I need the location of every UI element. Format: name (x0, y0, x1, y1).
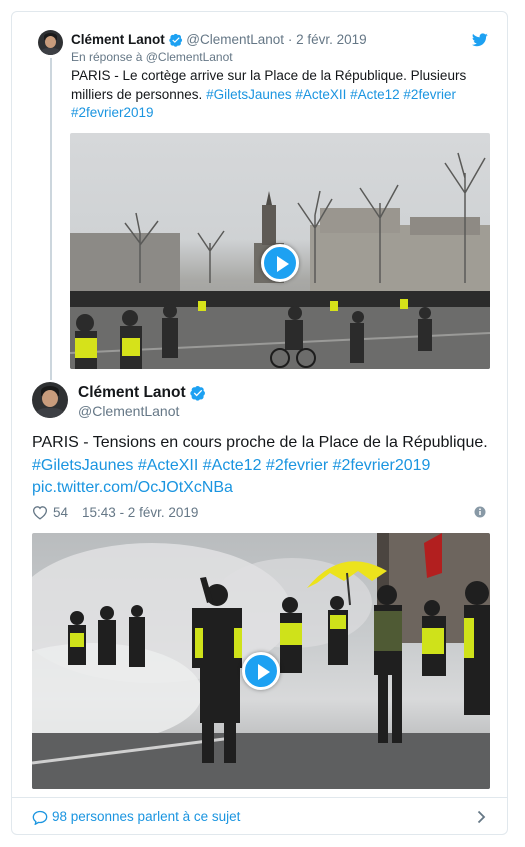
main-text-line1: PARIS - Tensions en cours proche de la P… (32, 434, 488, 451)
reply-author-avatar[interactable] (38, 30, 63, 55)
main-author-avatar[interactable] (32, 382, 68, 418)
chevron-right-icon[interactable] (477, 810, 486, 824)
speech-bubble-icon (32, 810, 48, 825)
reply-separator: · (287, 32, 293, 47)
verified-badge-icon (168, 34, 182, 48)
verified-badge-icon (190, 385, 205, 401)
reply-text-line1: PARIS - Le cortège arrive sur la Place d… (71, 68, 467, 83)
conversation-footer[interactable]: 98 personnes parlent à ce sujet (12, 797, 507, 835)
play-icon[interactable] (242, 652, 280, 690)
main-author-handle[interactable]: @ClementLanot (78, 403, 179, 419)
twitter-bird-icon[interactable] (472, 33, 488, 47)
reply-date[interactable]: 2 févr. 2019 (296, 32, 367, 47)
reply-hashtags-line3[interactable]: #2fevrier2019 (71, 104, 501, 123)
tweet-timestamp[interactable]: 15:43 - 2 févr. 2019 (82, 505, 198, 520)
thread-connector-line (50, 58, 52, 380)
main-hashtags-line2[interactable]: #GiletsJaunes #ActeXII #Acte12 #2fevrier… (32, 455, 502, 478)
heart-icon[interactable] (32, 505, 48, 520)
reply-text-plain: milliers de personnes. (71, 86, 207, 102)
reply-tweet-text: PARIS - Le cortège arrive sur la Place d… (71, 67, 501, 123)
reply-author-handle[interactable]: @ClementLanot (186, 32, 284, 47)
play-icon[interactable] (261, 244, 299, 282)
main-video-thumbnail[interactable] (32, 533, 490, 789)
info-icon[interactable] (474, 506, 486, 518)
main-tweet-text: PARIS - Tensions en cours proche de la P… (32, 432, 502, 500)
main-media-link[interactable]: pic.twitter.com/OcJOtXcNBa (32, 477, 502, 500)
reply-video-thumbnail[interactable] (70, 133, 490, 369)
reply-author-name[interactable]: Clément Lanot (71, 32, 165, 47)
embedded-tweet-card: Clément Lanot @ClementLanot · 2 févr. 20… (11, 11, 508, 835)
like-count[interactable]: 54 (53, 505, 68, 520)
reply-hashtags-line2[interactable]: #GiletsJaunes #ActeXII #Acte12 #2fevrier (206, 87, 456, 102)
conversation-label[interactable]: 98 personnes parlent à ce sujet (52, 809, 240, 824)
main-author-name[interactable]: Clément Lanot (78, 384, 186, 401)
reply-to-label[interactable]: En réponse à @ClementLanot (71, 50, 233, 64)
